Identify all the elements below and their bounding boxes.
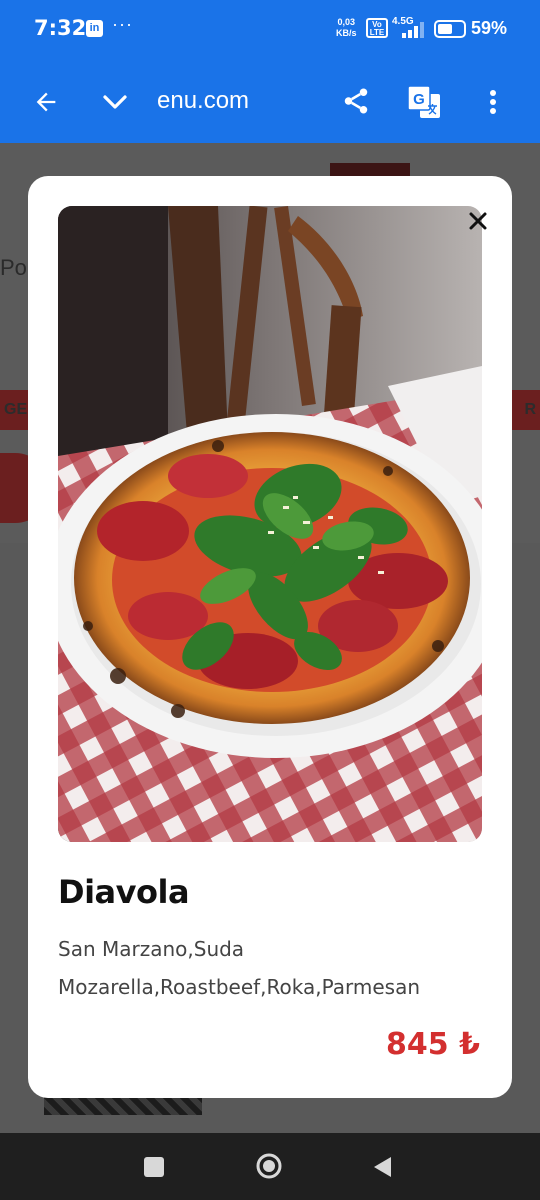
bg-band-label-right: R: [524, 401, 536, 418]
square-icon: [144, 1157, 164, 1177]
share-icon[interactable]: [335, 80, 377, 122]
recents-button[interactable]: [132, 1145, 176, 1189]
signal-icon: [400, 22, 426, 38]
data-rate: 0,03 KB/s: [336, 17, 357, 38]
url-bar[interactable]: enu.com: [157, 87, 249, 115]
more-vert-icon[interactable]: [478, 82, 508, 122]
bg-band-label-left: GE: [4, 401, 28, 418]
status-bar: 7:32 in ··· 0,03 KB/s Vo LTE 4.5G 59%: [0, 0, 540, 60]
volte-icon: Vo LTE: [366, 18, 388, 38]
triangle-back-icon: [374, 1157, 391, 1177]
product-name: Diavola: [58, 873, 190, 911]
svg-text:G: G: [413, 91, 425, 108]
translate-icon[interactable]: G: [404, 82, 444, 122]
close-button[interactable]: [464, 207, 492, 235]
battery-icon: [434, 20, 466, 38]
status-time: 7:32: [34, 16, 87, 40]
linkedin-icon: in: [86, 20, 103, 37]
back-button[interactable]: [360, 1145, 404, 1189]
home-button[interactable]: [246, 1143, 292, 1189]
more-notifications-icon: ···: [112, 14, 133, 34]
browser-toolbar: enu.com G: [0, 60, 540, 143]
back-arrow-icon[interactable]: [26, 82, 66, 122]
battery-percent: 59%: [471, 18, 508, 38]
product-description: San Marzano,Suda Mozarella,Roastbeef,Rok…: [58, 937, 421, 999]
circle-icon: [256, 1153, 282, 1179]
system-nav-bar: [0, 1133, 540, 1200]
close-icon: [469, 212, 487, 230]
product-image: [58, 206, 482, 842]
chevron-down-icon[interactable]: [94, 82, 136, 122]
bg-text: Po: [0, 255, 27, 280]
product-price: 845 ₺: [386, 1027, 480, 1062]
